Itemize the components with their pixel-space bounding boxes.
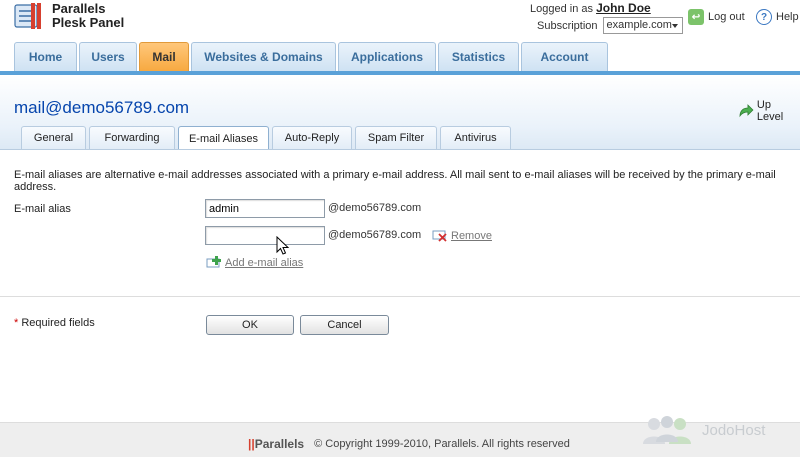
form-separator [0, 296, 800, 297]
user-name-link[interactable]: John Doe [596, 1, 651, 15]
tab-applications[interactable]: Applications [338, 42, 436, 71]
subtab-forwarding[interactable]: Forwarding [89, 126, 175, 149]
up-level-icon [739, 104, 754, 118]
sub-tabs-baseline [0, 149, 800, 150]
footer-content: ||Parallels © Copyright 1999-2010, Paral… [248, 437, 570, 451]
domain-suffix-1: @demo56789.com [328, 202, 422, 214]
remove-icon [432, 230, 447, 242]
page-title: mail@demo56789.com [14, 98, 190, 117]
subtab-antivirus[interactable]: Antivirus [440, 126, 511, 149]
tab-websites-domains[interactable]: Websites & Domains [191, 42, 336, 71]
up-level-label: Up Level [756, 99, 784, 123]
cancel-button[interactable]: Cancel [300, 315, 389, 335]
tab-mail[interactable]: Mail [139, 42, 189, 71]
email-alias-input-2[interactable] [205, 226, 325, 245]
subtab-email-aliases[interactable]: E-mail Aliases [178, 126, 269, 150]
remove-label: Remove [451, 230, 492, 242]
users-group-icon [643, 416, 691, 444]
logout-icon: ↩ [688, 9, 704, 25]
sub-tabs: General Forwarding E-mail Aliases Auto-R… [21, 126, 514, 150]
email-alias-label: E-mail alias [14, 203, 71, 215]
help-icon: ? [756, 9, 772, 25]
logged-in-label: Logged in as [530, 3, 593, 15]
email-alias-input-1[interactable] [205, 199, 325, 218]
parallels-logo-text: Parallels [254, 437, 305, 451]
tab-users[interactable]: Users [79, 42, 137, 71]
required-text: Required fields [18, 317, 95, 329]
help-label: Help [776, 11, 799, 23]
subtab-spam-filter[interactable]: Spam Filter [355, 126, 437, 149]
required-fields-note: * Required fields [14, 317, 95, 329]
domain-suffix-2: @demo56789.com [328, 229, 422, 241]
brand-line1: Parallels [52, 1, 106, 16]
page-header: Parallels Plesk Panel Logged in as John … [0, 0, 800, 72]
up-level-link[interactable]: Up Level [738, 99, 800, 123]
add-alias-label: Add e-mail alias [225, 256, 304, 269]
jodohost-watermark: JodoHost [640, 414, 765, 446]
subtab-auto-reply[interactable]: Auto-Reply [272, 126, 352, 149]
remove-alias-link[interactable]: Remove [432, 230, 492, 242]
plesk-logo[interactable]: Parallels Plesk Panel [14, 2, 124, 30]
logout-label: Log out [708, 11, 745, 23]
watermark-text: JodoHost [702, 421, 766, 439]
ok-button[interactable]: OK [206, 315, 294, 335]
tab-home[interactable]: Home [14, 42, 77, 71]
copyright-text: © Copyright 1999-2010, Parallels. All ri… [314, 438, 570, 450]
main-nav: Home Users Mail Websites & Domains Appli… [14, 42, 610, 71]
parallels-footer-logo[interactable]: ||Parallels [248, 437, 304, 451]
subscription-select[interactable]: example.com [602, 17, 683, 34]
subscription-value: example.com [606, 19, 672, 31]
subtab-general[interactable]: General [21, 126, 86, 149]
help-link[interactable]: ? Help [756, 9, 799, 25]
plesk-logo-icon [14, 3, 44, 29]
parallels-logo-bars: || [248, 437, 255, 451]
tab-statistics[interactable]: Statistics [438, 42, 519, 71]
chevron-down-icon [671, 24, 678, 28]
login-info: Logged in as John Doe [530, 1, 651, 15]
tab-account[interactable]: Account [521, 42, 608, 71]
brand-line2: Plesk Panel [52, 15, 125, 30]
aliases-description: E-mail aliases are alternative e-mail ad… [14, 169, 776, 193]
mouse-cursor-icon [276, 235, 290, 259]
add-icon [206, 256, 221, 268]
logout-link[interactable]: ↩ Log out [688, 9, 745, 25]
subscription-label: Subscription [537, 19, 598, 32]
subscription-row: Subscription example.com [537, 17, 683, 34]
